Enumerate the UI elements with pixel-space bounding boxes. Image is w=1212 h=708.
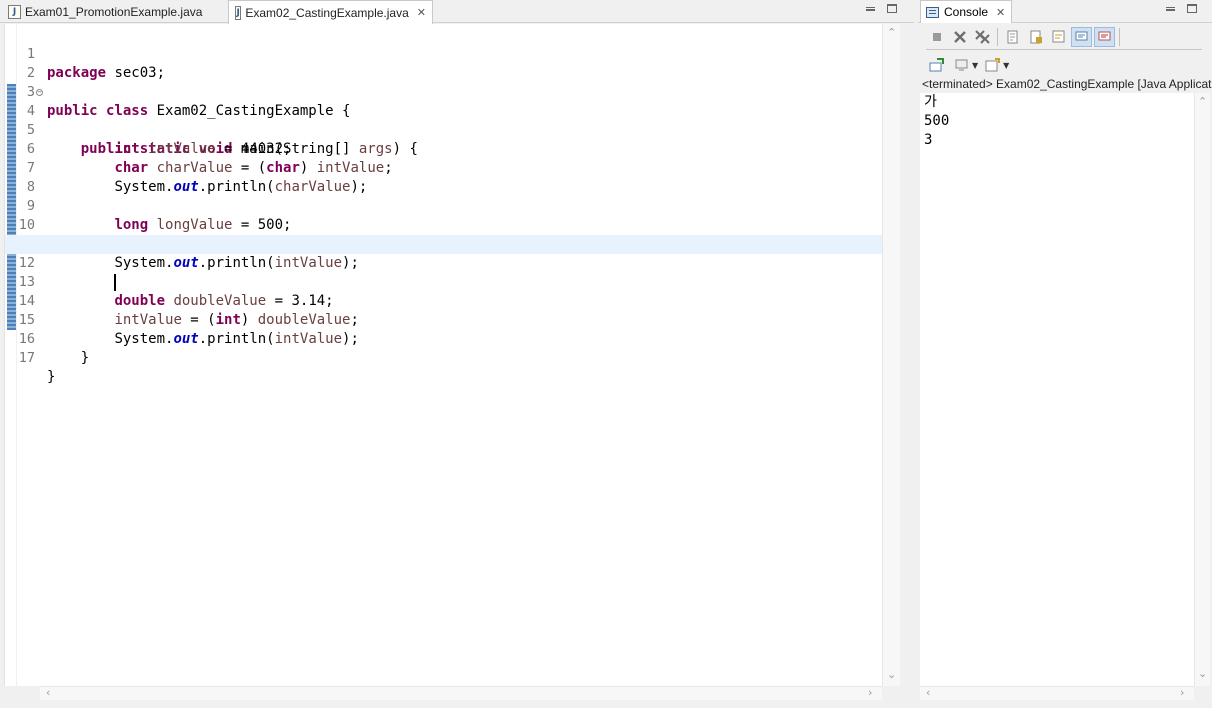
code-editor[interactable]: 1 package sec03; 2 3 public class Exam02… xyxy=(4,24,883,686)
line-number: 17 xyxy=(18,350,35,366)
minimize-icon xyxy=(866,7,875,11)
tab-label: Exam01_PromotionExample.java xyxy=(25,4,203,19)
code-line: 11 System.out.println(intValue); xyxy=(5,216,883,271)
editor-tab-bar: J Exam01_PromotionExample.java J Exam02_… xyxy=(0,0,914,24)
pin-icon xyxy=(929,58,944,72)
close-icon[interactable]: ✕ xyxy=(417,6,426,19)
code-line: 1 package sec03; xyxy=(5,26,883,81)
console-toolbar-secondary: ▼ ▼ xyxy=(926,55,1009,75)
fold-toggle-icon[interactable]: − xyxy=(36,89,43,96)
console-status-line: <terminated> Exam02_CastingExample [Java… xyxy=(922,77,1212,91)
code-line: 7 System.out.println(charValue); xyxy=(5,140,883,195)
remove-all-icon xyxy=(974,30,990,44)
remove-launch-button[interactable] xyxy=(949,27,970,47)
output-line: 3 xyxy=(924,132,933,148)
chevron-down-icon[interactable]: ▼ xyxy=(1003,61,1009,70)
scroll-up-icon[interactable]: ⌃ xyxy=(887,26,896,39)
console-window-controls xyxy=(1166,4,1198,14)
scroll-right-icon[interactable]: › xyxy=(868,686,872,699)
maximize-button[interactable] xyxy=(1187,4,1198,14)
console-panel: Console ✕ ▼ ▼ <terminated> Exam02_Castin… xyxy=(918,0,1212,708)
pin-console-button[interactable] xyxy=(926,55,947,75)
code-line: 4 − public static void main(String[] arg… xyxy=(5,83,883,158)
open-console-button[interactable] xyxy=(982,55,1003,75)
console-icon xyxy=(926,6,939,18)
code-line: 9 long longValue = 500; xyxy=(5,178,883,233)
word-wrap-icon xyxy=(1052,30,1064,43)
open-console-icon xyxy=(985,58,1000,72)
java-file-icon: J xyxy=(235,5,242,20)
code-line: 16 } xyxy=(5,311,883,366)
console-vertical-scrollbar[interactable]: ⌃ ⌄ xyxy=(1194,93,1210,686)
terminate-button[interactable] xyxy=(926,27,947,47)
editor-window-controls xyxy=(866,4,898,14)
monitor-icon xyxy=(955,59,967,71)
tab-label: Exam02_CastingExample.java xyxy=(245,5,409,20)
display-selected-console-button[interactable] xyxy=(951,55,972,75)
maximize-button[interactable] xyxy=(887,4,898,14)
eclipse-window: J Exam01_PromotionExample.java J Exam02_… xyxy=(0,0,1212,708)
code-line: 13 double doubleValue = 3.14; xyxy=(5,254,883,309)
code-line: 5 int intValue = 44032; xyxy=(5,102,883,157)
output-line: 가 xyxy=(924,94,937,110)
show-stderr-icon xyxy=(1098,31,1110,41)
remove-icon xyxy=(953,31,966,43)
toolbar-separator xyxy=(1119,28,1120,46)
close-icon[interactable]: ✕ xyxy=(996,6,1005,19)
minimize-icon xyxy=(1166,7,1175,11)
scroll-down-icon[interactable]: ⌄ xyxy=(887,668,896,681)
remove-all-terminated-button[interactable] xyxy=(972,27,993,47)
clear-console-icon xyxy=(1007,30,1017,44)
code-text: } xyxy=(47,369,56,385)
scroll-down-icon[interactable]: ⌄ xyxy=(1198,667,1207,680)
editor-panel: J Exam01_PromotionExample.java J Exam02_… xyxy=(0,0,914,708)
code-line: 2 xyxy=(5,45,883,81)
word-wrap-button[interactable] xyxy=(1048,27,1069,47)
stop-icon xyxy=(932,33,941,41)
toolbar-divider xyxy=(926,49,1202,50)
tab-console[interactable]: Console ✕ xyxy=(920,0,1012,23)
tab-exam02[interactable]: J Exam02_CastingExample.java ✕ xyxy=(228,0,433,24)
code-line: 14 intValue = (int) doubleValue; xyxy=(5,273,883,328)
maximize-icon xyxy=(1187,4,1197,13)
scroll-right-icon[interactable]: › xyxy=(1180,686,1184,699)
code-line: 10 intValue = (int) longValue; xyxy=(5,197,883,252)
code-line: 6 char charValue = (char) intValue; xyxy=(5,121,883,176)
code-line: 17 } xyxy=(5,330,883,385)
minimize-button[interactable] xyxy=(866,4,877,14)
console-output[interactable]: 가 500 3 xyxy=(920,93,1194,686)
output-line: 500 xyxy=(924,113,950,129)
scroll-lock-button[interactable] xyxy=(1025,27,1046,47)
clear-console-button[interactable] xyxy=(1002,27,1023,47)
tab-exam01[interactable]: J Exam01_PromotionExample.java xyxy=(2,0,224,23)
maximize-icon xyxy=(887,4,897,13)
java-file-icon: J xyxy=(8,4,21,19)
tab-label: Console xyxy=(944,5,989,19)
console-tab-bar: Console ✕ xyxy=(918,0,1212,23)
editor-horizontal-scrollbar[interactable]: ‹ › xyxy=(40,686,882,700)
code-line: 15 System.out.println(intValue); xyxy=(5,292,883,347)
scroll-up-icon[interactable]: ⌃ xyxy=(1198,95,1207,108)
console-toolbar xyxy=(926,26,1122,48)
show-on-stdout-button[interactable] xyxy=(1071,27,1092,47)
editor-vertical-scrollbar[interactable]: ⌃ ⌄ xyxy=(882,24,900,686)
code-line: 8 xyxy=(5,159,883,195)
current-code-line: 12 xyxy=(5,235,883,291)
scroll-left-icon[interactable]: ‹ xyxy=(46,686,50,699)
console-horizontal-scrollbar[interactable]: ‹ › xyxy=(920,686,1194,700)
scroll-lock-icon xyxy=(1030,30,1042,44)
minimize-button[interactable] xyxy=(1166,4,1177,14)
code-line: 3 public class Exam02_CastingExample { xyxy=(5,64,883,119)
scroll-left-icon[interactable]: ‹ xyxy=(926,686,930,699)
toolbar-separator xyxy=(997,28,998,46)
show-on-stderr-button[interactable] xyxy=(1094,27,1115,47)
chevron-down-icon[interactable]: ▼ xyxy=(972,61,978,70)
show-stdout-icon xyxy=(1075,31,1087,41)
